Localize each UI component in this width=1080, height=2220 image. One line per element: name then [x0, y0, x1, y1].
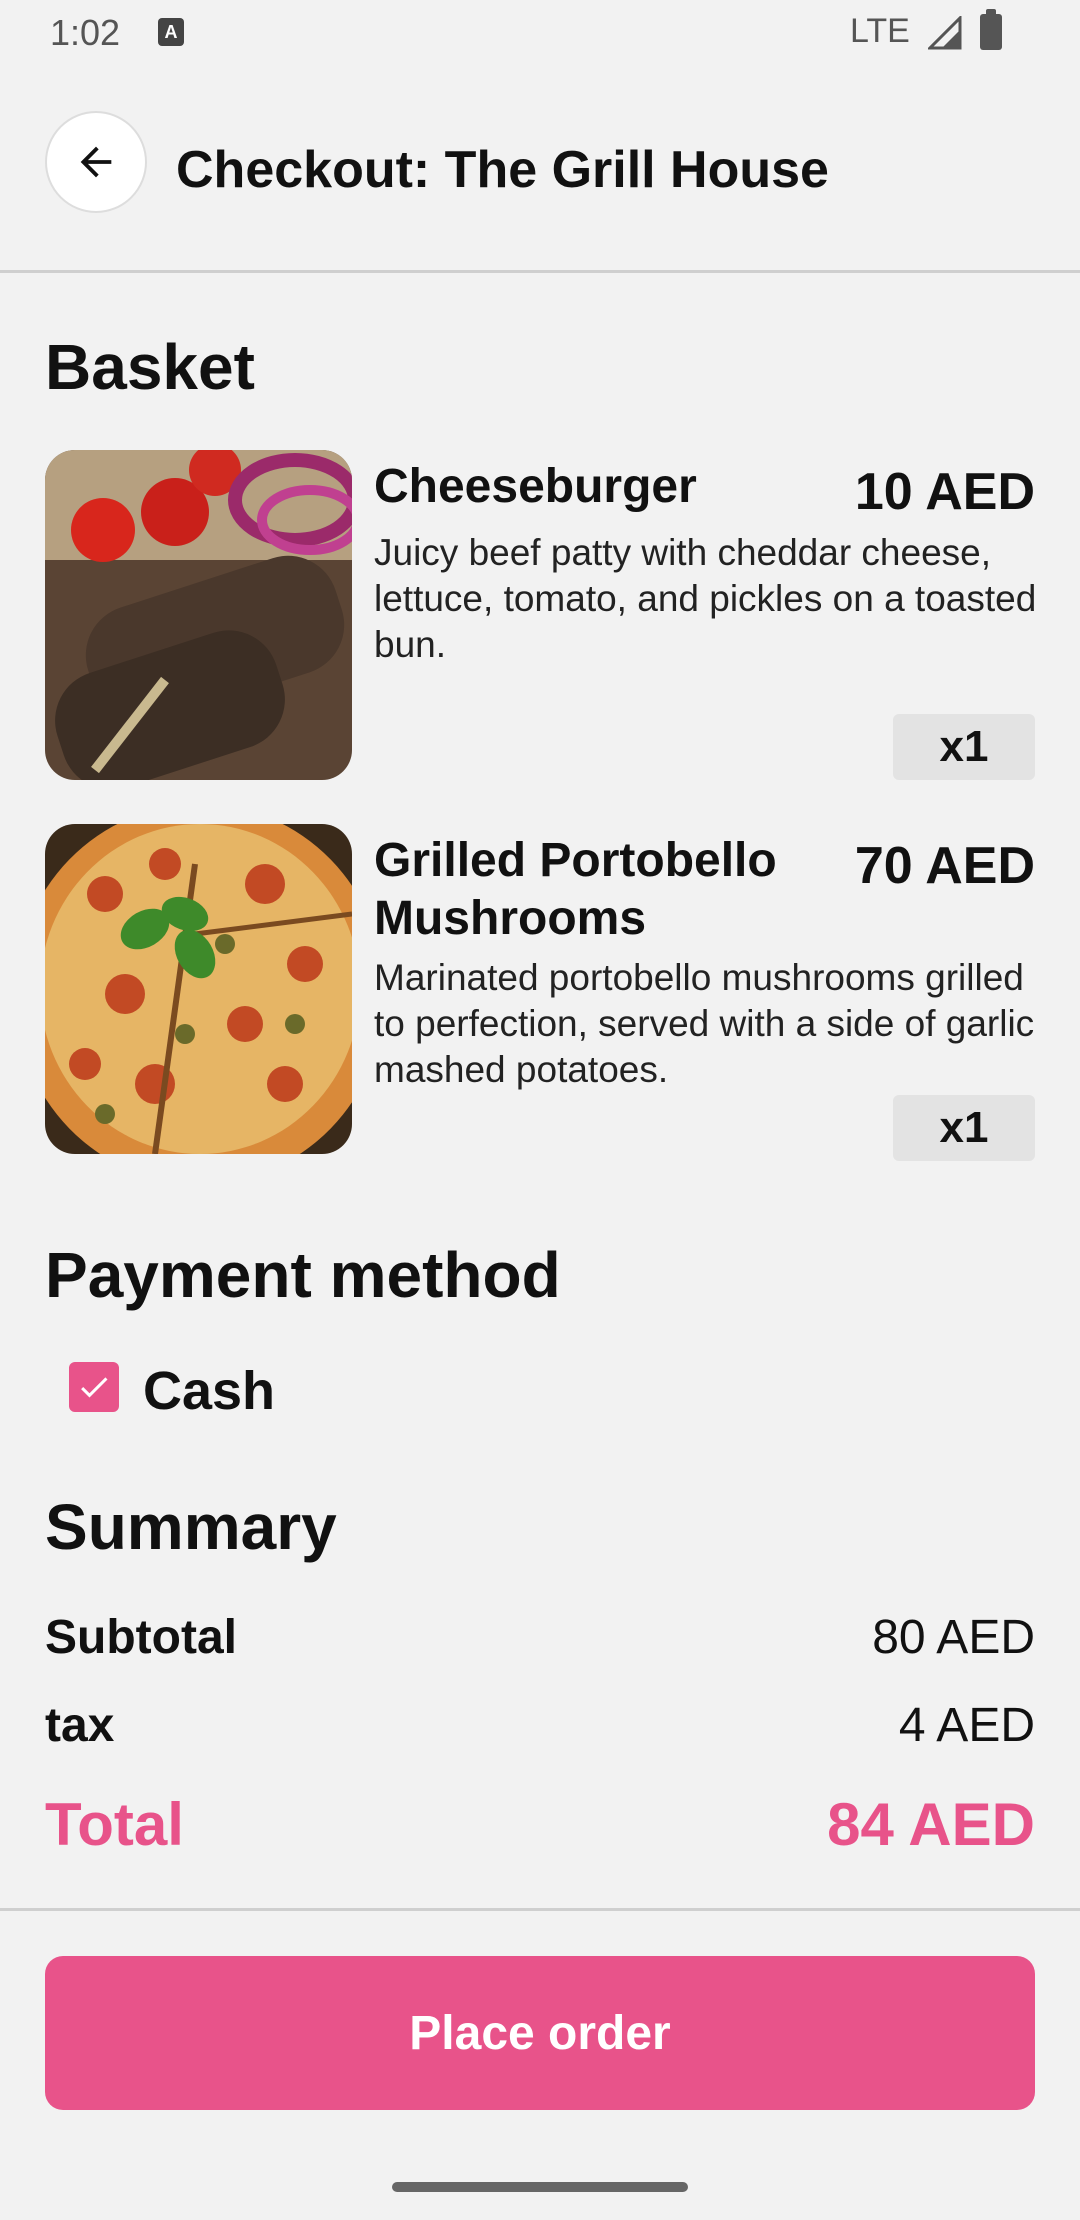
- notification-icon: A: [158, 18, 184, 46]
- item-price: 10 AED: [854, 463, 1035, 521]
- header-divider: [0, 270, 1080, 273]
- cash-label[interactable]: Cash: [143, 1360, 275, 1422]
- check-icon: [81, 1377, 108, 1398]
- subtotal-value: 80 AED: [872, 1611, 1035, 1664]
- item-description: Marinated portobello mushrooms grilled t…: [374, 957, 1035, 1090]
- quantity-button[interactable]: x1: [893, 1095, 1035, 1161]
- tax-label: tax: [45, 1699, 115, 1752]
- tax-value: 4 AED: [898, 1699, 1035, 1752]
- item-description: Juicy beef patty with cheddar cheese, le…: [374, 532, 1037, 665]
- place-order-button[interactable]: Place order: [45, 1956, 1035, 2110]
- status-time: 1:02: [50, 12, 121, 53]
- item-image-kebab[interactable]: [45, 450, 352, 780]
- total-label: Total: [45, 1791, 184, 1858]
- total-value: 84 AED: [827, 1791, 1035, 1858]
- network-type: LTE: [850, 12, 910, 50]
- cash-checkbox[interactable]: [69, 1362, 119, 1412]
- footer-divider: [0, 1908, 1080, 1911]
- payment-heading: Payment method: [45, 1239, 561, 1311]
- home-indicator[interactable]: [392, 2182, 688, 2192]
- item-name: Cheeseburger: [374, 460, 697, 513]
- battery-icon: [980, 9, 1002, 50]
- quantity-button[interactable]: x1: [893, 714, 1035, 780]
- item-price: 70 AED: [854, 837, 1035, 895]
- summary-heading: Summary: [45, 1491, 337, 1563]
- page-title: Checkout: The Grill House: [176, 141, 829, 199]
- subtotal-label: Subtotal: [45, 1611, 237, 1664]
- back-button[interactable]: [45, 111, 147, 213]
- signal-icon: [928, 16, 962, 50]
- item-name: Grilled Portobello Mushrooms: [374, 834, 777, 945]
- basket-heading: Basket: [45, 331, 255, 403]
- item-image-pizza[interactable]: [45, 824, 352, 1154]
- arrow-left-icon: [80, 146, 112, 178]
